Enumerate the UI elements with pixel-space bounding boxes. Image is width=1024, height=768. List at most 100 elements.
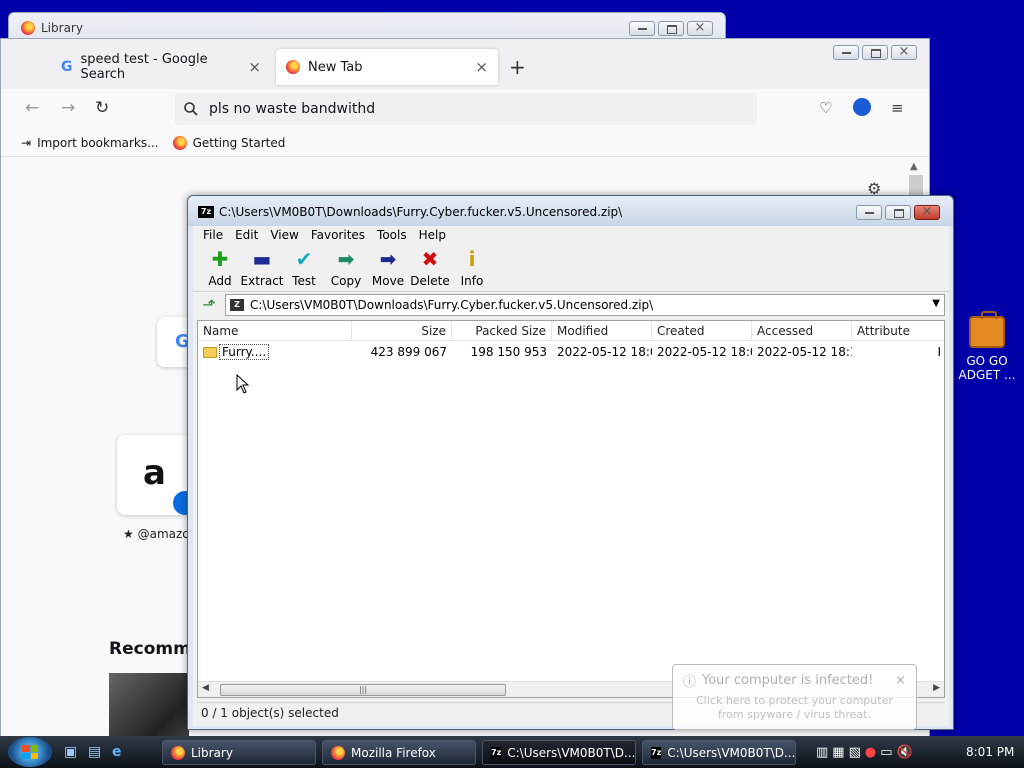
security-alert-icon[interactable]: ● (865, 745, 876, 760)
sevenzip-toolbar: ✚ Add ▬ Extract ✔ Test ➡ Copy ➡ Move ✖ D… (193, 244, 949, 292)
column-packed-size[interactable]: Packed Size (452, 321, 552, 341)
bookmark-import[interactable]: ⇥ Import bookmarks... (21, 136, 159, 150)
firefox-toolbar: ← → ↻ pls no waste bandwithd ♡ ≡ (1, 89, 929, 129)
file-list[interactable]: Name Size Packed Size Modified Created A… (197, 320, 945, 698)
chevron-down-icon[interactable]: ▼ (932, 298, 940, 309)
column-accessed[interactable]: Accessed (752, 321, 852, 341)
firefox-icon (172, 135, 187, 150)
add-button[interactable]: ✚ Add (199, 244, 241, 291)
menu-icon[interactable]: ≡ (891, 99, 904, 117)
menu-help[interactable]: Help (413, 226, 452, 244)
minimize-button[interactable] (833, 45, 859, 60)
firefox-icon (331, 745, 345, 760)
taskbar: ▣ ▤ e Library Mozilla Firefox 7z C:\User… (0, 736, 1024, 768)
folder-icon (203, 347, 217, 358)
tab-label: New Tab (308, 59, 363, 75)
notification-balloon[interactable]: ⓘ Your computer is infected! × Click her… (672, 664, 917, 730)
menu-favorites[interactable]: Favorites (305, 226, 371, 244)
balloon-title-text: Your computer is infected! (702, 673, 874, 688)
scroll-up-icon[interactable]: ▲ (910, 161, 918, 172)
bookmark-getting-started[interactable]: Getting Started (172, 135, 285, 150)
close-tab-icon[interactable]: × (248, 58, 261, 76)
maximize-button[interactable] (862, 45, 888, 60)
story-thumbnail[interactable] (109, 673, 189, 737)
new-tab-button[interactable]: + (509, 55, 526, 79)
reload-icon[interactable]: ↻ (95, 98, 109, 118)
maximize-button[interactable] (658, 21, 684, 36)
sponsored-icon: ★ (123, 527, 134, 541)
firefox-icon (171, 745, 185, 760)
scroll-thumb[interactable]: ||| (220, 684, 506, 696)
google-icon: G (61, 59, 73, 75)
library-title-text: Library (41, 21, 83, 35)
info-button[interactable]: i Info (451, 244, 493, 291)
copy-button[interactable]: ➡ Copy (325, 244, 367, 291)
tray-app-icon[interactable]: ▥ (816, 745, 828, 760)
back-icon[interactable]: ← (25, 98, 39, 118)
cell-size: 423 899 067 (370, 345, 447, 359)
menu-tools[interactable]: Tools (371, 226, 413, 244)
cell-name: Furry.... (198, 341, 352, 363)
scroll-left-icon[interactable]: ◀ (202, 683, 209, 693)
sevenzip-window[interactable]: 7z C:\Users\VM0B0T\Downloads\Furry.Cyber… (187, 195, 954, 730)
internet-explorer-icon[interactable]: e (112, 744, 122, 760)
test-button[interactable]: ✔ Test (283, 244, 325, 291)
tray-app2-icon[interactable]: ▧ (849, 745, 861, 760)
balloon-title: ⓘ Your computer is infected! × (683, 671, 906, 690)
taskbar-button-sevenzip-1[interactable]: 7z C:\Users\VM0B0T\D... (482, 740, 636, 765)
minimize-button[interactable] (629, 21, 655, 36)
scroll-right-icon[interactable]: ▶ (933, 683, 940, 693)
column-name[interactable]: Name (198, 321, 352, 341)
tab-new-tab[interactable]: New Tab × (276, 49, 498, 85)
column-modified[interactable]: Modified (552, 321, 652, 341)
sevenzip-icon: 7z (651, 746, 662, 759)
delete-button[interactable]: ✖ Delete (409, 244, 451, 291)
tool-label: Extract (240, 274, 284, 288)
tab-label: speed test - Google Search (80, 52, 208, 82)
bookmark-label: Import bookmarks... (37, 135, 159, 150)
desktop-icon-label-1: GO GO (966, 354, 1008, 368)
tab-speed-test[interactable]: G speed test - Google Search × (51, 49, 271, 85)
url-bar[interactable]: pls no waste bandwithd (175, 93, 757, 125)
close-tab-icon[interactable]: × (475, 58, 488, 76)
minimize-button[interactable] (856, 205, 882, 220)
column-size[interactable]: Size (352, 321, 452, 341)
start-button[interactable] (8, 737, 52, 767)
account-icon[interactable] (853, 98, 871, 116)
volume-muted-icon[interactable]: 🔇 (897, 745, 913, 760)
menu-view[interactable]: View (264, 226, 304, 244)
menu-file[interactable]: File (197, 226, 229, 244)
maximize-button[interactable] (885, 205, 911, 220)
url-text: pls no waste bandwithd (209, 101, 376, 117)
move-icon: ➡ (379, 247, 397, 271)
pocket-icon[interactable]: ♡ (819, 99, 832, 117)
taskbar-button-library[interactable]: Library (162, 740, 316, 765)
show-desktop-icon[interactable]: ▣ (64, 744, 77, 760)
taskbar-button-firefox[interactable]: Mozilla Firefox (322, 740, 476, 765)
amazon-logo: a (143, 453, 166, 493)
close-button[interactable] (891, 44, 917, 60)
move-button[interactable]: ➡ Move (367, 244, 409, 291)
switch-windows-icon[interactable]: ▤ (88, 744, 101, 760)
column-created[interactable]: Created (652, 321, 752, 341)
column-attributes[interactable]: Attribute (852, 321, 944, 341)
cell-modified: 2022-05-12 18:09 (557, 345, 652, 359)
close-icon[interactable]: × (895, 673, 906, 688)
table-row[interactable]: Furry.... 423 899 067 198 150 953 2022-0… (198, 341, 944, 363)
delete-icon: ✖ (421, 247, 439, 271)
tray-network-icon[interactable]: ▦ (832, 745, 844, 760)
extract-button[interactable]: ▬ Extract (240, 244, 284, 291)
taskbar-label: Mozilla Firefox (351, 745, 436, 760)
close-button[interactable] (687, 20, 713, 36)
shortcut-tile-amazon[interactable]: a (117, 435, 197, 515)
path-field[interactable]: Z C:\Users\VM0B0T\Downloads\Furry.Cyber.… (225, 294, 945, 316)
desktop-icon-gadget[interactable]: GO GO ADGET ... (950, 311, 1024, 382)
taskbar-button-sevenzip-2[interactable]: 7z C:\Users\VM0B0T\D... (642, 740, 796, 765)
menu-edit[interactable]: Edit (229, 226, 264, 244)
close-button[interactable] (914, 204, 940, 220)
up-folder-icon[interactable]: ⬏ (199, 295, 219, 315)
sevenzip-icon: 7z (491, 746, 502, 759)
clock[interactable]: 8:01 PM (966, 745, 1014, 759)
tray-monitor-icon[interactable]: ▭ (880, 745, 892, 760)
forward-icon[interactable]: → (61, 98, 75, 118)
